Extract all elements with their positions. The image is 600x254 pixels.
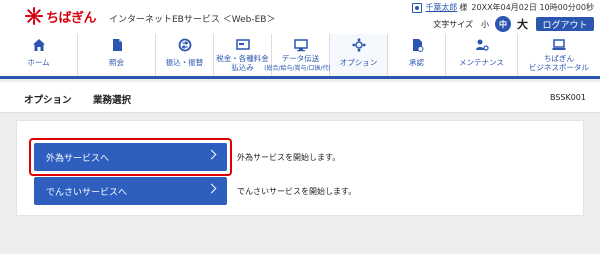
- transfer-icon: [178, 38, 191, 52]
- chevron-right-icon: [206, 183, 217, 194]
- nav-label: データ伝送 (総合/給与/賞与/口振/代振): [264, 54, 337, 72]
- nav-item-inquiry[interactable]: 照会: [78, 34, 156, 76]
- nav-label: 承認: [409, 58, 424, 67]
- page-subtitle: 業務選択: [93, 95, 132, 106]
- nav-label-line2: ビジネスポータル: [529, 63, 589, 72]
- home-icon: [32, 39, 45, 51]
- nav-label: オプション: [339, 58, 378, 67]
- densai-service-description: でんさいサービスを開始します。: [237, 187, 357, 196]
- nav-label-line1: 税金・各種料金: [216, 54, 269, 63]
- button-label: でんさいサービスへ: [46, 187, 128, 198]
- tax-payment-icon: [235, 39, 250, 50]
- nav-item-maintenance[interactable]: メンテナンス: [446, 34, 518, 76]
- user-name-link[interactable]: 千葉太郎: [425, 2, 457, 13]
- nav-item-option[interactable]: オプション: [330, 34, 388, 76]
- nav-item-business-portal[interactable]: ちばぎん ビジネスポータル: [518, 34, 600, 76]
- nav-label: 振込・振替: [165, 58, 204, 67]
- font-size-controls: 文字サイズ 小 中 大 ログアウト: [433, 16, 594, 32]
- nav-item-data-transfer[interactable]: データ伝送 (総合/給与/賞与/口振/代振): [264, 34, 337, 76]
- nav-sublabel: (総合/給与/賞与/口振/代振): [264, 65, 337, 72]
- button-label: 外為サービスへ: [46, 153, 110, 164]
- logout-button[interactable]: ログアウト: [536, 17, 594, 31]
- header: ちばぎん インターネットEBサービス ＜Web-EB＞ 千葉太郎 様 20XX年…: [0, 0, 600, 34]
- densai-service-button[interactable]: でんさいサービスへ: [34, 177, 227, 205]
- forex-service-description: 外為サービスを開始します。: [237, 153, 341, 162]
- logo-text: ちばぎん: [46, 10, 97, 26]
- nav-item-approval[interactable]: 承認: [388, 34, 446, 76]
- global-nav: ホーム 照会 振込・振替 税金・各種料金 払込み データ伝送 (総合/給与/賞与/口…: [0, 34, 600, 79]
- nav-label-line1: データ伝送: [281, 54, 320, 63]
- font-size-large-button[interactable]: 大: [517, 16, 528, 32]
- login-time: 20XX年04月02日 10時00分00秒: [471, 3, 594, 12]
- service-name: インターネットEBサービス ＜Web-EB＞: [109, 15, 276, 25]
- nav-label: 照会: [109, 58, 124, 67]
- user-suffix: 様: [459, 3, 468, 12]
- nav-label-line1: ちばぎん: [544, 54, 574, 63]
- nav-label-line2: 払込み: [231, 63, 254, 72]
- data-transfer-icon: [293, 39, 308, 52]
- document-icon: [112, 39, 122, 51]
- user-icon: [412, 2, 423, 13]
- user-info: 千葉太郎 様 20XX年04月02日 10時00分00秒: [412, 2, 594, 13]
- nav-label: メンテナンス: [459, 58, 504, 67]
- font-size-small-button[interactable]: 小: [481, 19, 489, 30]
- font-size-medium-button[interactable]: 中: [495, 16, 511, 32]
- chibagin-logo[interactable]: ちばぎん: [24, 6, 97, 26]
- font-size-label: 文字サイズ: [433, 19, 473, 29]
- nav-item-home[interactable]: ホーム: [0, 34, 78, 76]
- page-title: オプション: [24, 95, 72, 106]
- nav-label: ホーム: [27, 58, 50, 67]
- nav-label: 税金・各種料金 払込み: [216, 54, 269, 72]
- screen-id: BSSK001: [549, 93, 586, 102]
- maintenance-icon: [475, 39, 489, 51]
- chibagin-logo-icon: [25, 7, 43, 25]
- option-menu-panel: 外為サービスへ 外為サービスを開始します。 でんさいサービスへ でんさいサービス…: [16, 120, 584, 216]
- chevron-right-icon: [206, 149, 217, 160]
- portal-icon: [552, 39, 566, 50]
- page-header: オプション 業務選択 BSSK001: [0, 82, 600, 113]
- approval-icon: [412, 39, 423, 52]
- nav-label: ちばぎん ビジネスポータル: [529, 54, 589, 72]
- forex-service-button[interactable]: 外為サービスへ: [34, 143, 227, 171]
- option-icon: [351, 38, 366, 52]
- nav-item-transfer[interactable]: 振込・振替: [156, 34, 214, 76]
